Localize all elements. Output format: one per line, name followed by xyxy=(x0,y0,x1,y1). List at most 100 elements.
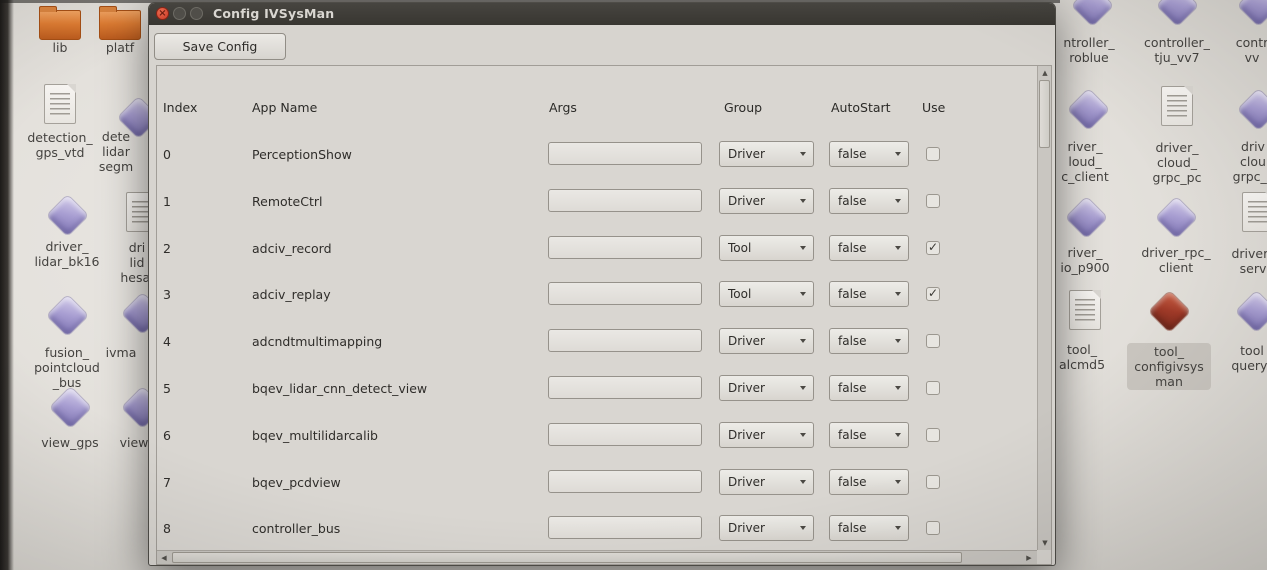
row-index: 5 xyxy=(163,381,171,396)
autostart-dropdown[interactable]: false xyxy=(829,188,909,214)
autostart-dropdown[interactable]: false xyxy=(829,281,909,307)
args-input[interactable] xyxy=(548,470,702,493)
config-ivsysman-window: × Config IVSysMan Save Config IndexApp N… xyxy=(148,2,1056,566)
group-dropdown[interactable]: Driver xyxy=(719,188,814,214)
scroll-right-arrow-icon[interactable]: ▶ xyxy=(1022,552,1036,564)
horizontal-scrollbar[interactable]: ◀ ▶ xyxy=(157,550,1037,564)
scroll-left-arrow-icon[interactable]: ◀ xyxy=(157,552,171,564)
group-dropdown-value: Driver xyxy=(728,194,765,208)
icon-label: tool_configivsysman xyxy=(1124,343,1214,390)
autostart-dropdown-value: false xyxy=(838,428,867,442)
table-row: 0PerceptionShowDriverfalse xyxy=(157,131,1051,178)
folder-icon xyxy=(99,10,141,40)
group-dropdown[interactable]: Tool xyxy=(719,235,814,261)
desktop-icon-driver_cloud_c_client[interactable]: river_loud_c_client xyxy=(1043,88,1133,176)
use-checkbox[interactable] xyxy=(926,147,940,161)
chevron-down-icon xyxy=(895,246,901,250)
app-diamond-red-icon xyxy=(1148,291,1189,332)
app-diamond-icon xyxy=(1155,197,1196,238)
group-dropdown[interactable]: Driver xyxy=(719,141,814,167)
app-diamond-icon xyxy=(1237,89,1267,130)
group-dropdown[interactable]: Driver xyxy=(719,328,814,354)
app-name: adciv_replay xyxy=(252,287,331,302)
app-name: bqev_lidar_cnn_detect_view xyxy=(252,381,427,396)
window-titlebar[interactable]: × Config IVSysMan xyxy=(149,3,1055,25)
chevron-down-icon xyxy=(800,246,806,250)
app-diamond-icon xyxy=(1235,291,1267,332)
chevron-down-icon xyxy=(800,339,806,343)
group-dropdown-value: Driver xyxy=(728,475,765,489)
use-checkbox[interactable] xyxy=(926,241,940,255)
use-checkbox[interactable] xyxy=(926,287,940,301)
row-index: 6 xyxy=(163,428,171,443)
use-checkbox[interactable] xyxy=(926,194,940,208)
group-dropdown-value: Tool xyxy=(728,287,751,301)
chevron-down-icon xyxy=(895,526,901,530)
chevron-down-icon xyxy=(800,386,806,390)
autostart-dropdown-value: false xyxy=(838,287,867,301)
desktop-icon-tool_queryr[interactable]: toolqueryr xyxy=(1211,290,1267,363)
close-button[interactable]: × xyxy=(156,7,169,20)
args-input[interactable] xyxy=(548,189,702,212)
chevron-down-icon xyxy=(800,480,806,484)
desktop-icon-driver_serv[interactable]: driver_serv xyxy=(1213,190,1267,264)
maximize-button[interactable] xyxy=(190,7,203,20)
chevron-down-icon xyxy=(895,433,901,437)
use-checkbox[interactable] xyxy=(926,334,940,348)
args-input[interactable] xyxy=(548,329,702,352)
autostart-dropdown[interactable]: false xyxy=(829,328,909,354)
autostart-dropdown[interactable]: false xyxy=(829,422,909,448)
scroll-down-arrow-icon[interactable]: ▼ xyxy=(1038,537,1052,549)
app-name: bqev_pcdview xyxy=(252,475,341,490)
table-row: 1RemoteCtrlDriverfalse xyxy=(157,178,1051,225)
app-diamond-icon xyxy=(1237,0,1267,26)
group-dropdown-value: Driver xyxy=(728,334,765,348)
chevron-down-icon xyxy=(800,152,806,156)
icon-label: toolqueryr xyxy=(1207,343,1267,373)
group-dropdown[interactable]: Driver xyxy=(719,375,814,401)
group-dropdown-value: Driver xyxy=(728,428,765,442)
row-index: 2 xyxy=(163,241,171,256)
use-checkbox[interactable] xyxy=(926,475,940,489)
group-dropdown[interactable]: Driver xyxy=(719,422,814,448)
app-name: adcndtmultimapping xyxy=(252,334,382,349)
args-input[interactable] xyxy=(548,142,702,165)
use-checkbox[interactable] xyxy=(926,381,940,395)
scroll-up-arrow-icon[interactable]: ▲ xyxy=(1038,67,1052,79)
args-input[interactable] xyxy=(548,282,702,305)
args-input[interactable] xyxy=(548,376,702,399)
vertical-scrollbar[interactable]: ▲ ▼ xyxy=(1037,66,1051,550)
chevron-down-icon xyxy=(895,386,901,390)
chevron-down-icon xyxy=(800,199,806,203)
autostart-dropdown-value: false xyxy=(838,241,867,255)
group-dropdown[interactable]: Driver xyxy=(719,469,814,495)
icon-label: contrvv xyxy=(1207,35,1267,65)
desktop-icon-controller_vv[interactable]: contrvv xyxy=(1213,0,1267,57)
group-dropdown[interactable]: Tool xyxy=(719,281,814,307)
desktop: { "window": { "title": "Config IVSysMan"… xyxy=(0,0,1267,570)
desktop-icon-driver_cloud_grpc_s[interactable]: drivclougrpc_s xyxy=(1213,88,1267,176)
autostart-dropdown[interactable]: false xyxy=(829,235,909,261)
group-dropdown[interactable]: Driver xyxy=(719,515,814,541)
chevron-down-icon xyxy=(800,433,806,437)
chevron-down-icon xyxy=(895,199,901,203)
table-row: 6bqev_multilidarcalibDriverfalse xyxy=(157,412,1051,459)
row-index: 7 xyxy=(163,475,171,490)
use-checkbox[interactable] xyxy=(926,521,940,535)
autostart-dropdown[interactable]: false xyxy=(829,141,909,167)
autostart-dropdown[interactable]: false xyxy=(829,515,909,541)
column-header-args: Args xyxy=(549,100,577,115)
args-input[interactable] xyxy=(548,423,702,446)
desktop-icon-tool_configivsysman[interactable]: tool_configivsysman xyxy=(1124,290,1214,380)
save-config-button[interactable]: Save Config xyxy=(154,33,286,60)
vertical-scrollbar-thumb[interactable] xyxy=(1039,80,1050,148)
args-input[interactable] xyxy=(548,516,702,539)
args-input[interactable] xyxy=(548,236,702,259)
use-checkbox[interactable] xyxy=(926,428,940,442)
chevron-down-icon xyxy=(800,292,806,296)
autostart-dropdown[interactable]: false xyxy=(829,469,909,495)
desktop-icon-controller_roblue[interactable]: ntroller_roblue xyxy=(1047,0,1137,57)
minimize-button[interactable] xyxy=(173,7,186,20)
horizontal-scrollbar-thumb[interactable] xyxy=(172,552,962,563)
autostart-dropdown[interactable]: false xyxy=(829,375,909,401)
